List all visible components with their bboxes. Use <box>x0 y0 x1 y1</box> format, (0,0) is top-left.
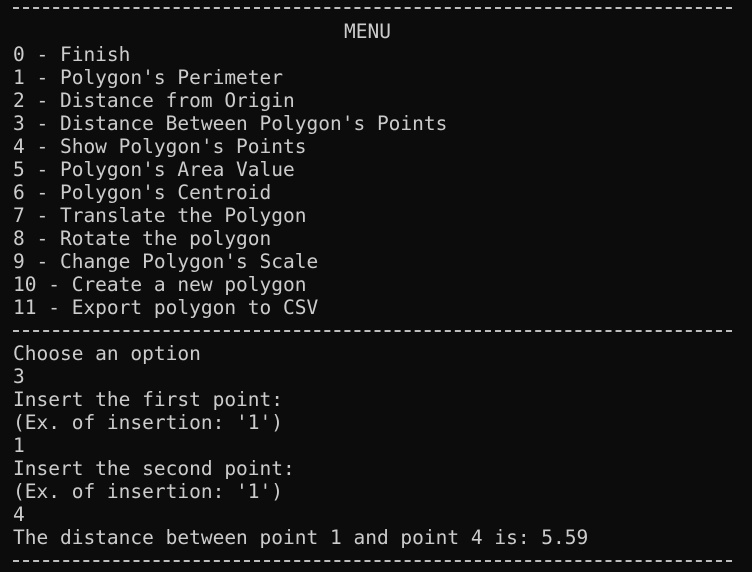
menu-option-distance-origin: 2 - Distance from Origin <box>13 89 295 112</box>
menu-option-export: 11 - Export polygon to CSV <box>13 296 319 319</box>
option-input: 3 <box>13 365 25 388</box>
second-point-example: (Ex. of insertion: '1') <box>13 480 284 503</box>
first-point-prompt: Insert the first point: <box>13 388 284 411</box>
menu-option-centroid: 6 - Polygon's Centroid <box>13 181 272 204</box>
menu-option-create: 10 - Create a new polygon <box>13 273 307 296</box>
separator-line-top <box>13 0 752 20</box>
menu-option-translate: 7 - Translate the Polygon <box>13 204 307 227</box>
menu-title: MENU <box>344 20 391 43</box>
separator-line-middle <box>13 319 752 342</box>
menu-options: 0 - Finish 1 - Polygon's Perimeter 2 - D… <box>13 43 752 319</box>
session-output: Choose an option 3 Insert the first poin… <box>13 342 752 549</box>
choose-option-prompt: Choose an option <box>13 342 201 365</box>
menu-option-rotate: 8 - Rotate the polygon <box>13 227 272 250</box>
menu-option-finish: 0 - Finish <box>13 43 131 66</box>
distance-result: The distance between point 1 and point 4… <box>13 526 589 549</box>
menu-option-show-points: 4 - Show Polygon's Points <box>13 135 307 158</box>
menu-option-perimeter: 1 - Polygon's Perimeter <box>13 66 284 89</box>
menu-option-scale: 9 - Change Polygon's Scale <box>13 250 319 273</box>
first-point-input: 1 <box>13 434 25 457</box>
menu-option-distance-points: 3 - Distance Between Polygon's Points <box>13 112 448 135</box>
first-point-example: (Ex. of insertion: '1') <box>13 411 284 434</box>
second-point-prompt: Insert the second point: <box>13 457 295 480</box>
second-point-input: 4 <box>13 503 25 526</box>
menu-option-area: 5 - Polygon's Area Value <box>13 158 295 181</box>
separator-line-bottom <box>13 549 752 572</box>
terminal-window[interactable]: MENU 0 - Finish 1 - Polygon's Perimeter … <box>0 0 752 570</box>
